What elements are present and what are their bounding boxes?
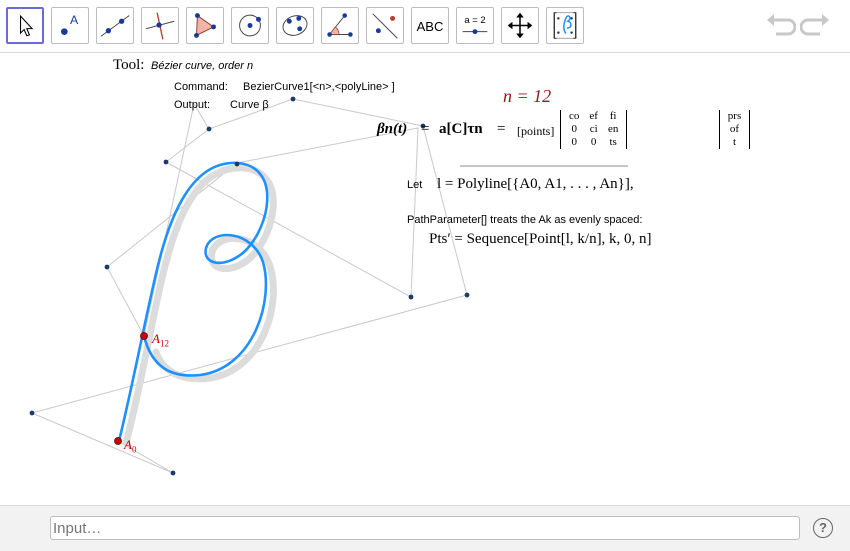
tool-label: Tool: bbox=[113, 57, 145, 73]
move-tool-button[interactable] bbox=[6, 7, 44, 44]
control-polyline bbox=[30, 98, 468, 474]
perpendicular-line-icon bbox=[145, 12, 175, 40]
perpendicular-tool-button[interactable] bbox=[141, 7, 179, 44]
slider-tool-label: a = 2 bbox=[464, 15, 485, 26]
n-equation: n = 12 bbox=[503, 86, 552, 106]
input-bar: ? bbox=[0, 505, 850, 551]
toolbar: A ABC a = 2 bbox=[0, 0, 850, 53]
control-point bbox=[163, 159, 169, 165]
matrix-cell: 0 bbox=[571, 123, 577, 135]
matrix-cell: fi bbox=[609, 110, 617, 122]
reflect-icon bbox=[372, 13, 398, 39]
polygon-icon bbox=[194, 13, 216, 38]
output-value: Curve β bbox=[230, 99, 269, 111]
power-vector: prs of t bbox=[718, 110, 751, 149]
matrix-cell: ci bbox=[589, 123, 598, 135]
input-field[interactable] bbox=[50, 516, 800, 540]
beta-curve bbox=[117, 161, 269, 443]
custom-tool-button[interactable] bbox=[546, 7, 584, 44]
polyline-formula: l = Polyline[{A0, A1, . . . , An}], bbox=[437, 176, 634, 192]
let-label: Let bbox=[407, 179, 423, 191]
polygon-tool-button[interactable] bbox=[186, 7, 224, 44]
angle-tool-button[interactable] bbox=[321, 7, 359, 44]
reflect-tool-button[interactable] bbox=[366, 7, 404, 44]
path-parameter-note: PathParameter[] treats the Ak as evenly … bbox=[407, 214, 643, 226]
equals-sign-1: = bbox=[421, 121, 430, 137]
vector-cell: of bbox=[729, 123, 740, 135]
label-a12: A12 bbox=[152, 331, 169, 349]
cursor-arrow-icon bbox=[20, 14, 34, 37]
undo-icon[interactable] bbox=[764, 10, 796, 42]
control-point bbox=[290, 96, 296, 102]
matrix-cell: ts bbox=[609, 136, 617, 148]
label-a0: A0 bbox=[124, 437, 137, 455]
output-label: Output: bbox=[174, 99, 211, 111]
conic-tool-button[interactable] bbox=[276, 7, 314, 44]
custom-tool-icon bbox=[553, 12, 577, 39]
move-arrows-icon bbox=[507, 12, 533, 39]
move-view-tool-button[interactable] bbox=[501, 7, 539, 44]
tool-name: Bézier curve, order n bbox=[151, 60, 254, 72]
ellipse-icon bbox=[282, 15, 308, 36]
matrix-cell: 0 bbox=[571, 136, 577, 148]
command-label: Command: bbox=[174, 81, 228, 93]
coefficient-matrix: co ef fi 0 ci en 0 0 ts bbox=[560, 110, 628, 149]
point-a0 bbox=[114, 437, 122, 445]
circle-icon bbox=[239, 14, 261, 37]
text-tool-button[interactable]: ABC bbox=[411, 7, 449, 44]
sequence-formula: Pts′ = Sequence[Point[l, k/n], k, 0, n] bbox=[429, 231, 652, 247]
control-point bbox=[206, 126, 212, 132]
slider-icon: a = 2 bbox=[462, 15, 488, 35]
slider-tool-button[interactable]: a = 2 bbox=[456, 7, 494, 44]
help-icon[interactable]: ? bbox=[813, 518, 833, 538]
vector-cell: t bbox=[732, 136, 737, 148]
beta-lhs: βn(t) bbox=[377, 121, 408, 137]
equals-sign-2: = bbox=[497, 121, 506, 137]
circle-tool-button[interactable] bbox=[231, 7, 269, 44]
matrix-cell: 0 bbox=[590, 136, 597, 148]
vector-rhs: a[C]τn bbox=[439, 121, 483, 137]
point-icon: A bbox=[61, 13, 79, 35]
line-tool-button[interactable] bbox=[96, 7, 134, 44]
control-point bbox=[408, 294, 414, 300]
control-points bbox=[29, 96, 470, 476]
command-value: BezierCurve1[<n>,<polyLine> ] bbox=[243, 81, 395, 93]
control-point bbox=[29, 410, 35, 416]
matrix-cell: ef bbox=[589, 110, 598, 122]
point-a12 bbox=[140, 332, 148, 340]
control-point bbox=[464, 292, 470, 298]
svg-text:A: A bbox=[70, 13, 79, 27]
vector-cell: prs bbox=[727, 110, 742, 122]
text-tool-label: ABC bbox=[416, 19, 444, 34]
points-label: [points] bbox=[517, 124, 555, 138]
point-tool-button[interactable]: A bbox=[51, 7, 89, 44]
control-point bbox=[234, 161, 240, 167]
control-point bbox=[170, 470, 176, 476]
matrix-cell: en bbox=[607, 123, 619, 135]
graphics-view[interactable]: A0 A12 Tool: Bézier curve, order n Comma… bbox=[0, 53, 850, 505]
line-icon bbox=[100, 15, 130, 37]
control-point bbox=[104, 264, 110, 270]
matrix-cell: co bbox=[569, 110, 580, 122]
redo-icon[interactable] bbox=[800, 10, 832, 42]
angle-icon bbox=[327, 13, 353, 37]
